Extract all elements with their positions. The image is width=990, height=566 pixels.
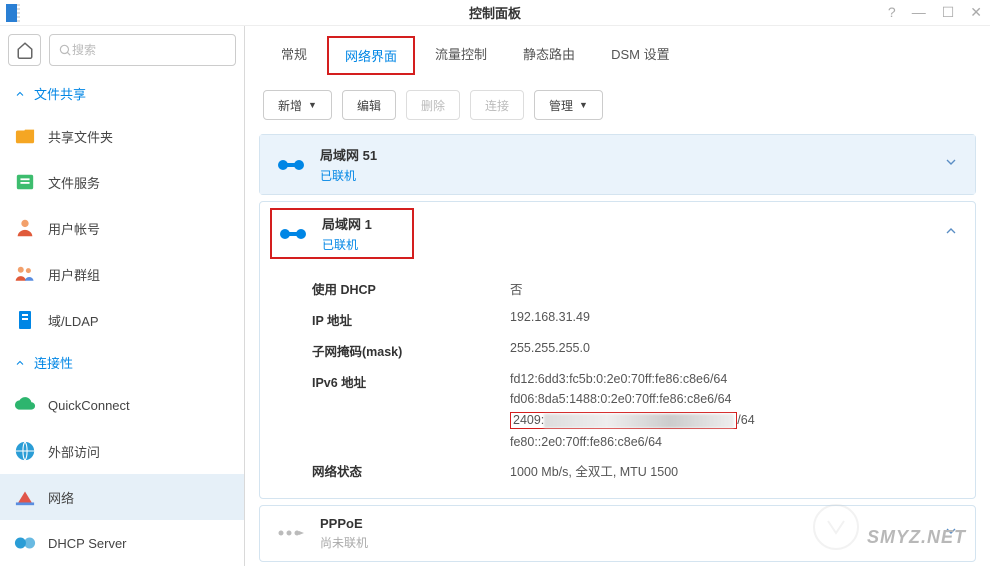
ldap-icon — [14, 309, 36, 331]
file-service-icon — [14, 171, 36, 193]
connect-button: 连接 — [470, 90, 524, 120]
interface-status: 已联机 — [322, 236, 372, 253]
chevron-down-icon — [943, 154, 959, 175]
tabs: 常规 网络界面 流量控制 静态路由 DSM 设置 — [245, 26, 990, 76]
caret-down-icon: ▼ — [579, 100, 588, 110]
sidebar-item-dhcp[interactable]: DHCP Server — [0, 520, 244, 566]
folder-share-icon — [14, 125, 36, 147]
minimize-icon[interactable]: — — [912, 4, 926, 21]
search-input[interactable] — [72, 43, 227, 57]
chevron-up-icon — [14, 357, 26, 369]
tab-static-route[interactable]: 静态路由 — [507, 36, 591, 75]
sidebar-item-group[interactable]: 用户群组 — [0, 251, 244, 297]
interface-lan1[interactable]: 局域网 1 已联机 使用 DHCP否 IP 地址192.168.31.49 子网… — [259, 201, 976, 499]
ip-label: IP 地址 — [312, 310, 510, 329]
interface-details: 使用 DHCP否 IP 地址192.168.31.49 子网掩码(mask)25… — [260, 265, 975, 498]
ip-value: 192.168.31.49 — [510, 310, 590, 329]
ipv6-value: fd06:8da5:1488:0:2e0:70ff:fe86:c8e6/64 — [510, 392, 755, 406]
chevron-up-icon — [943, 223, 959, 244]
group-icon — [14, 263, 36, 285]
interface-lan51[interactable]: 局域网 51 已联机 — [259, 134, 976, 195]
sidebar-item-ldap[interactable]: 域/LDAP — [0, 297, 244, 343]
tab-dsm-settings[interactable]: DSM 设置 — [595, 36, 686, 75]
section-fileshare[interactable]: 文件共享 — [0, 74, 244, 113]
interface-name: PPPoE — [320, 516, 368, 531]
window-title: 控制面板 — [469, 3, 521, 22]
ipv6-value: fd12:6dd3:fc5b:0:2e0:70ff:fe86:c8e6/64 — [510, 372, 755, 386]
wired-icon — [278, 226, 308, 242]
watermark-text: SMYZ.NET — [867, 527, 966, 548]
ipv6-value-redacted: 2409:/64 — [510, 412, 755, 429]
wired-icon — [276, 157, 306, 173]
delete-button: 删除 — [406, 90, 460, 120]
sidebar-item-external-access[interactable]: 外部访问 — [0, 428, 244, 474]
user-icon — [14, 217, 36, 239]
sidebar-item-network[interactable]: 网络 — [0, 474, 244, 520]
section-connectivity[interactable]: 连接性 — [0, 343, 244, 382]
mask-label: 子网掩码(mask) — [312, 341, 510, 360]
pppoe-icon — [276, 526, 306, 540]
close-icon[interactable]: ✕ — [970, 4, 982, 21]
search-icon — [58, 43, 72, 57]
sidebar-item-user[interactable]: 用户帐号 — [0, 205, 244, 251]
network-icon — [14, 486, 36, 508]
caret-down-icon: ▼ — [308, 100, 317, 110]
interface-name: 局域网 51 — [320, 145, 377, 164]
toolbar: 新增▼ 编辑 删除 连接 管理▼ — [245, 76, 990, 134]
globe-icon — [14, 440, 36, 462]
search-box[interactable] — [49, 34, 236, 66]
dhcp-label: 使用 DHCP — [312, 279, 510, 298]
netstatus-value: 1000 Mb/s, 全双工, MTU 1500 — [510, 461, 678, 480]
home-button[interactable] — [8, 34, 41, 66]
dhcp-value: 否 — [510, 279, 523, 298]
ipv6-value: fe80::2e0:70ff:fe86:c8e6/64 — [510, 435, 755, 449]
chevron-up-icon — [14, 88, 26, 100]
sidebar-item-file-service[interactable]: 文件服务 — [0, 159, 244, 205]
app-icon — [6, 4, 20, 22]
add-button[interactable]: 新增▼ — [263, 90, 332, 120]
interface-status: 已联机 — [320, 167, 377, 184]
interface-name: 局域网 1 — [322, 214, 372, 233]
interface-status: 尚未联机 — [320, 534, 368, 551]
ipv6-label: IPv6 地址 — [312, 372, 510, 449]
tab-traffic-control[interactable]: 流量控制 — [419, 36, 503, 75]
tab-general[interactable]: 常规 — [265, 36, 323, 75]
sidebar-item-quickconnect[interactable]: QuickConnect — [0, 382, 244, 428]
tab-network-interface[interactable]: 网络界面 — [329, 38, 413, 73]
netstatus-label: 网络状态 — [312, 461, 510, 480]
sidebar-item-shared-folder[interactable]: 共享文件夹 — [0, 113, 244, 159]
quickconnect-icon — [14, 394, 36, 416]
sidebar: 文件共享 共享文件夹 文件服务 用户帐号 用户群组 域/LDAP 连接性 — [0, 26, 245, 566]
edit-button[interactable]: 编辑 — [342, 90, 396, 120]
home-icon — [16, 41, 34, 59]
watermark-icon — [812, 503, 860, 556]
dhcp-icon — [14, 532, 36, 554]
manage-button[interactable]: 管理▼ — [534, 90, 603, 120]
mask-value: 255.255.255.0 — [510, 341, 590, 360]
help-icon[interactable]: ? — [888, 4, 896, 21]
maximize-icon[interactable]: ☐ — [942, 4, 955, 21]
